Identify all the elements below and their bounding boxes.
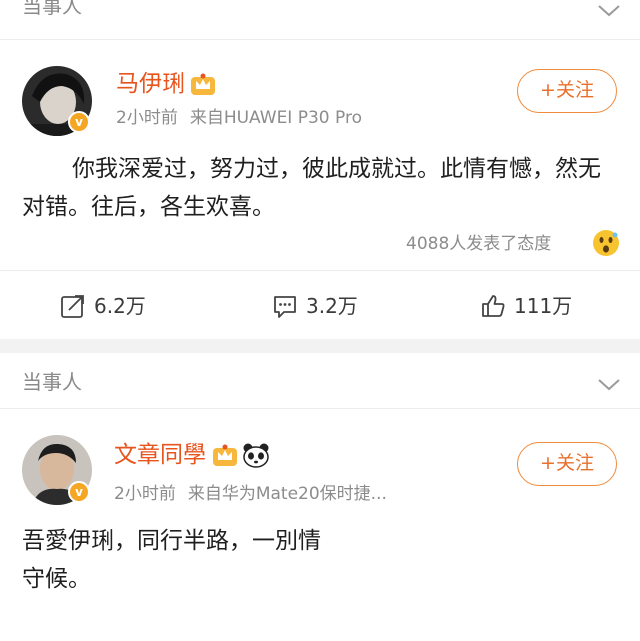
username[interactable]: 马伊琍: [116, 70, 185, 98]
post-meta: 2小时前 来自HUAWEI P30 Pro: [116, 107, 362, 129]
follow-button[interactable]: +关注: [517, 69, 617, 113]
post-time: 2小时前: [114, 484, 176, 504]
panda-icon[interactable]: [242, 442, 270, 468]
crown-icon[interactable]: [212, 443, 238, 467]
repost-icon: [61, 295, 84, 318]
like-count: 111万: [514, 294, 573, 318]
section-header: 当事人: [0, 370, 640, 410]
comment-icon: [274, 296, 296, 318]
divider: [0, 408, 640, 409]
post-source[interactable]: 来自HUAWEI P30 Pro: [190, 108, 362, 128]
divider: [0, 270, 640, 271]
section-label: 当事人: [22, 370, 82, 394]
follow-button[interactable]: +关注: [517, 442, 617, 486]
section-header: 当事人: [0, 0, 640, 34]
comment-count: 3.2万: [306, 294, 358, 318]
chevron-down-icon[interactable]: [596, 0, 622, 20]
like-icon: [482, 295, 505, 317]
chevron-down-icon[interactable]: [596, 374, 622, 394]
reaction-summary[interactable]: 4088人发表了态度: [406, 232, 551, 256]
post-meta: 2小时前 来自华为Mate20保时捷...: [114, 483, 387, 505]
like-action[interactable]: 111万: [480, 291, 572, 321]
repost-action[interactable]: 6.2万: [60, 291, 146, 321]
post-content: 你我深爱过，努力过，彼此成就过。此情有憾，然无对错。往后，各生欢喜。: [22, 156, 601, 220]
username[interactable]: 文章同學: [114, 441, 206, 469]
comment-action[interactable]: 3.2万: [272, 291, 358, 321]
post-content: 吾愛伊琍，同行半路，一別情守候。: [22, 528, 321, 592]
repost-count: 6.2万: [94, 294, 146, 318]
verified-badge-icon: v: [68, 481, 90, 503]
divider: [0, 39, 640, 40]
post-time: 2小时前: [116, 108, 178, 128]
verified-badge-icon: v: [68, 111, 90, 133]
wow-emoji-icon[interactable]: [592, 229, 620, 257]
section-gap: [0, 339, 640, 353]
section-label: 当事人: [22, 0, 82, 18]
post-source[interactable]: 来自华为Mate20保时捷...: [188, 484, 387, 504]
crown-icon[interactable]: [190, 72, 216, 96]
